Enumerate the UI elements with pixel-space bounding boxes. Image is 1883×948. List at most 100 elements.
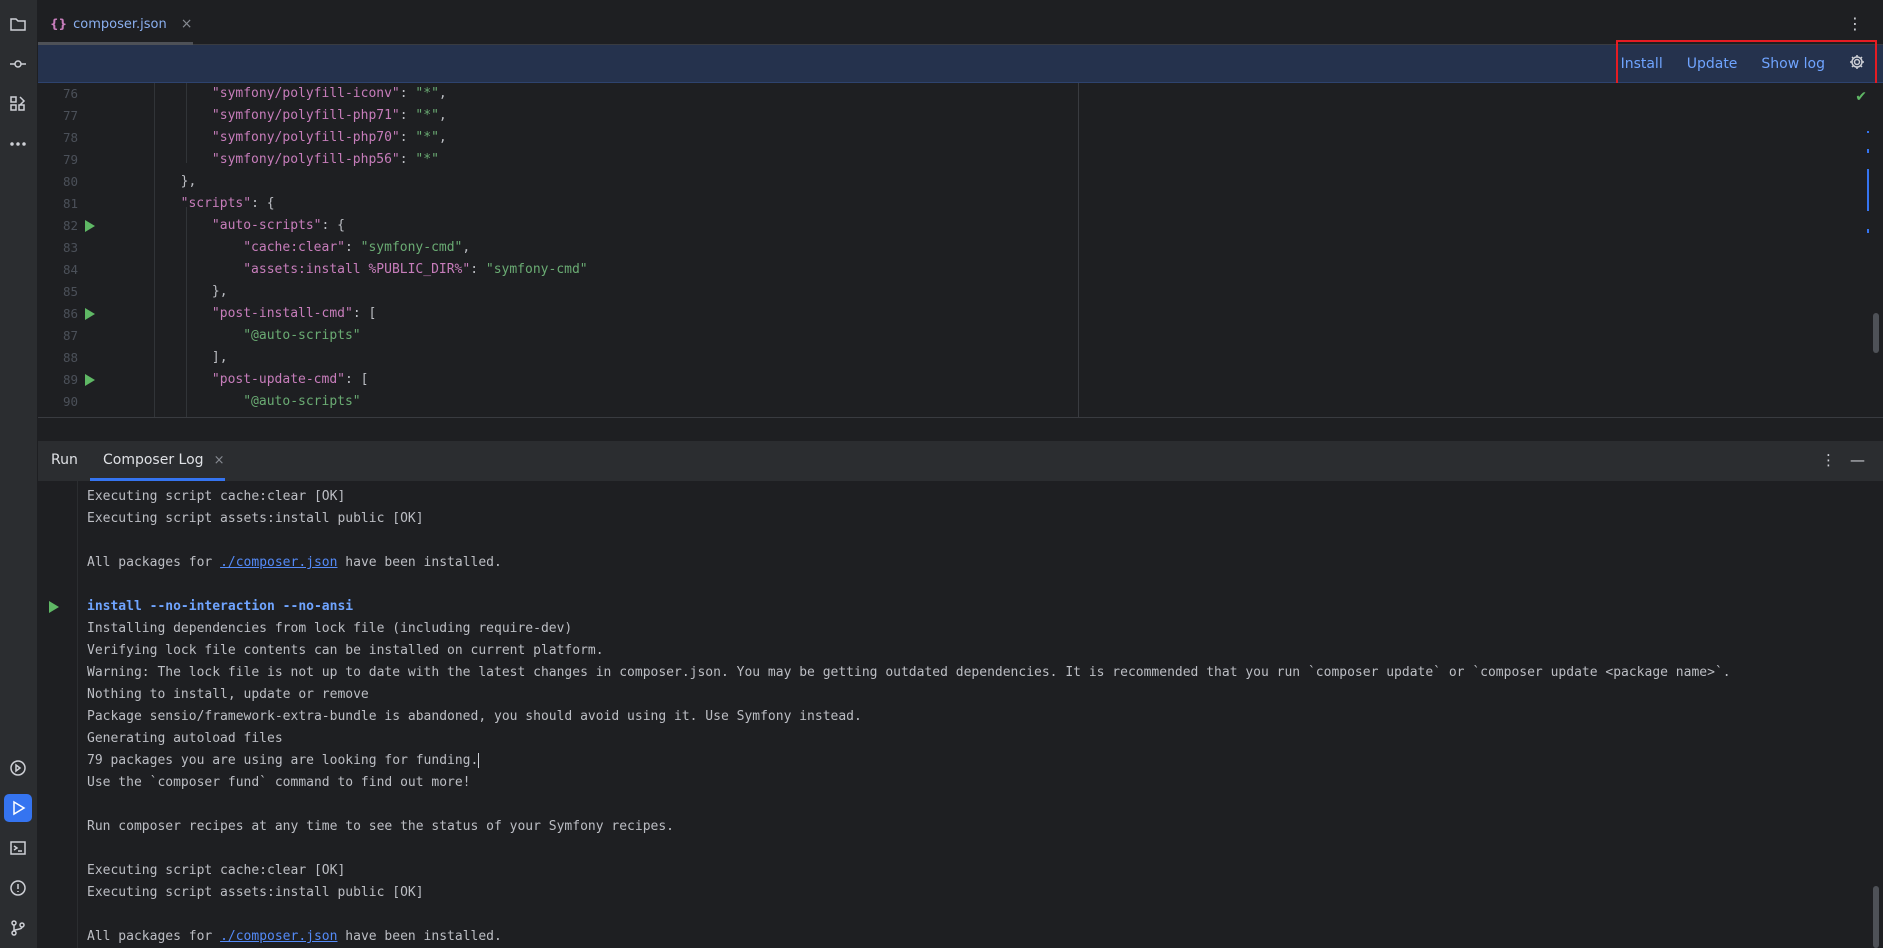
run-script-icon[interactable] bbox=[85, 308, 95, 320]
text-caret bbox=[478, 753, 480, 768]
close-icon[interactable]: × bbox=[214, 453, 225, 468]
code-line: 79 "symfony/polyfill-php56": "*" bbox=[38, 149, 1078, 171]
tab-run-label: Run bbox=[51, 452, 78, 468]
code-token-key: "cache:clear" bbox=[243, 240, 345, 255]
line-number: 77 bbox=[62, 108, 78, 123]
tab-run[interactable]: Run bbox=[51, 452, 78, 468]
console-line: All packages for ./composer.json have be… bbox=[87, 926, 502, 948]
console-text: All packages for bbox=[87, 929, 221, 944]
code-text: ], bbox=[118, 347, 228, 369]
console-text: Generating autoload files bbox=[87, 731, 283, 746]
tab-composer-log[interactable]: Composer Log × bbox=[103, 452, 224, 468]
console-text: have been installed. bbox=[337, 555, 502, 570]
console-line: Installing dependencies from lock file (… bbox=[87, 618, 572, 640]
more-icon[interactable] bbox=[4, 130, 32, 158]
tab-options-icon[interactable]: ⋮ bbox=[1847, 14, 1863, 33]
console-text: Warning: The lock file is not up to date… bbox=[87, 665, 1731, 680]
run-script-icon[interactable] bbox=[85, 220, 95, 232]
services-icon[interactable] bbox=[4, 754, 32, 782]
console-text: Executing script cache:clear [OK] bbox=[87, 863, 346, 878]
structure-icon[interactable] bbox=[4, 90, 32, 118]
code-line: 77 "symfony/polyfill-php71": "*", bbox=[38, 105, 1078, 127]
run-script-icon[interactable] bbox=[85, 374, 95, 386]
code-text: "post-update-cmd": [ bbox=[118, 369, 369, 391]
code-token-indent bbox=[118, 152, 212, 167]
code-token-key: "post-update-cmd" bbox=[211, 372, 345, 387]
panel-options-icon[interactable]: ⋮ bbox=[1821, 451, 1836, 469]
console-text: All packages for bbox=[87, 555, 221, 570]
run-icon[interactable] bbox=[4, 794, 32, 822]
code-token-indent bbox=[118, 196, 181, 211]
code-token-sep: : bbox=[399, 86, 416, 101]
code-token-indent bbox=[118, 306, 212, 321]
code-token-tail: , bbox=[438, 86, 447, 101]
panel-splitter[interactable] bbox=[38, 417, 1883, 441]
console-text: Verifying lock file contents can be inst… bbox=[87, 643, 604, 658]
code-line: 87 "@auto-scripts" bbox=[38, 325, 1078, 347]
console-line: Warning: The lock file is not up to date… bbox=[87, 662, 1731, 684]
code-token-sep: : bbox=[470, 262, 486, 277]
folder-icon[interactable] bbox=[4, 10, 32, 38]
code-token-indent bbox=[118, 328, 243, 343]
editor-tab-label: composer.json bbox=[73, 16, 167, 32]
composer-json-link[interactable]: ./composer.json bbox=[220, 555, 337, 570]
code-token-tail: [ bbox=[368, 306, 377, 321]
console-line: Package sensio/framework-extra-bundle is… bbox=[87, 706, 862, 728]
composer-json-link[interactable]: ./composer.json bbox=[220, 929, 337, 944]
code-text: "symfony/polyfill-iconv": "*", bbox=[118, 83, 447, 105]
update-link[interactable]: Update bbox=[1687, 56, 1738, 72]
code-token-indent bbox=[118, 174, 181, 189]
code-token-sep: : bbox=[344, 372, 361, 387]
code-token-indent bbox=[118, 284, 212, 299]
code-token-tail: , bbox=[438, 108, 447, 123]
code-text: "@auto-scripts" bbox=[118, 391, 360, 413]
code-token-key: "auto-scripts" bbox=[211, 218, 322, 233]
code-line: 90 "@auto-scripts" bbox=[38, 391, 1078, 413]
code-token-key: "symfony/polyfill-php70" bbox=[211, 130, 400, 145]
composer-log-console[interactable]: Executing script cache:clear [OK] Executi… bbox=[38, 481, 1883, 948]
console-line: 79 packages you are using are looking fo… bbox=[87, 750, 480, 772]
code-token-tail: { bbox=[266, 196, 275, 211]
code-token-sep: : bbox=[344, 240, 361, 255]
code-text: "symfony/polyfill-php56": "*" bbox=[118, 149, 439, 171]
line-number: 81 bbox=[62, 196, 78, 211]
code-token-sep: : bbox=[399, 108, 416, 123]
rerun-icon[interactable] bbox=[49, 601, 59, 613]
tab-composer-log-label: Composer Log bbox=[103, 452, 204, 468]
console-line: Executing script cache:clear [OK] bbox=[87, 860, 345, 882]
code-token-tail: , bbox=[438, 130, 447, 145]
code-token-val: "*" bbox=[415, 108, 439, 123]
code-token-val: "@auto-scripts" bbox=[243, 328, 361, 343]
editor-tab-composer-json[interactable]: {} composer.json × bbox=[50, 12, 192, 36]
code-editor[interactable]: 76 "symfony/polyfill-iconv": "*", 77 "sym… bbox=[38, 83, 1883, 417]
console-text: Installing dependencies from lock file (… bbox=[87, 621, 573, 636]
console-text: Executing script assets:install public [… bbox=[87, 511, 424, 526]
problems-icon[interactable] bbox=[4, 874, 32, 902]
code-text: "@auto-scripts" bbox=[118, 325, 361, 347]
editor-tab-bar: {} composer.json × ⋮ bbox=[38, 0, 1883, 45]
show-log-link[interactable]: Show log bbox=[1761, 56, 1825, 72]
code-token-indent bbox=[118, 130, 212, 145]
minimize-icon[interactable]: — bbox=[1850, 451, 1865, 469]
install-link[interactable]: Install bbox=[1621, 56, 1663, 72]
commit-icon[interactable] bbox=[4, 50, 32, 78]
git-icon[interactable] bbox=[4, 914, 32, 942]
line-number: 80 bbox=[62, 174, 78, 189]
code-token-key: "post-install-cmd" bbox=[211, 306, 353, 321]
code-text: "scripts": { bbox=[118, 193, 275, 215]
terminal-icon[interactable] bbox=[4, 834, 32, 862]
editor-scrollbar[interactable] bbox=[1873, 313, 1879, 353]
right-margin-guide bbox=[1078, 83, 1079, 417]
code-token-key: "scripts" bbox=[180, 196, 252, 211]
scroll-marker bbox=[1867, 149, 1869, 153]
gear-icon[interactable] bbox=[1849, 54, 1865, 74]
console-text: 79 packages you are using are looking fo… bbox=[87, 753, 479, 768]
console-scrollbar[interactable] bbox=[1873, 886, 1879, 948]
code-token-key: "symfony/polyfill-php56" bbox=[211, 152, 400, 167]
console-text: Run composer recipes at any time to see … bbox=[87, 819, 674, 834]
scroll-marker bbox=[1867, 131, 1869, 133]
line-number: 87 bbox=[62, 328, 78, 343]
close-icon[interactable]: × bbox=[181, 16, 193, 32]
console-text: Use the `composer fund` command to find … bbox=[87, 775, 471, 790]
code-token-indent bbox=[118, 108, 212, 123]
